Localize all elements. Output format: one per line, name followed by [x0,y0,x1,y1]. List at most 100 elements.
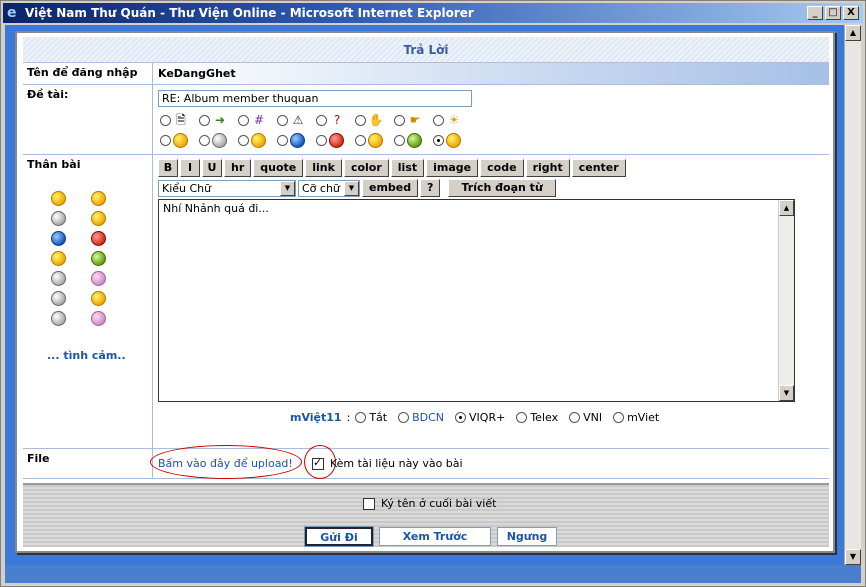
username-row: Tên để đăng nhập KeDangGhet [23,63,829,85]
maximize-button[interactable]: □ [825,6,841,20]
mode-bdcn-radio[interactable] [398,412,410,423]
post-icon-radio[interactable] [160,135,171,146]
post-icon-radio[interactable] [238,135,249,146]
post-icon-radio[interactable] [277,135,288,146]
submit-button[interactable]: Gửi Đi [304,526,374,547]
cancel-button[interactable]: Ngưng [497,527,557,546]
scroll-up-icon[interactable]: ▲ [845,25,861,41]
tongue-icon [368,133,383,148]
cool-icon [212,133,227,148]
body-textarea[interactable]: Nhí Nhảnh quá đi... ▲ ▼ [158,199,795,402]
post-icon-radio[interactable] [199,115,210,126]
thumbs-down-icon: ☛ [409,113,421,127]
preview-button[interactable]: Xem Trước [379,527,491,546]
reply-form: Trả Lời Tên để đăng nhập KeDangGhet Đề t… [15,31,835,553]
more-emoticons-link[interactable]: ... tình cảm.. [47,349,126,362]
hr-button[interactable]: hr [224,159,252,177]
quote-button[interactable]: quote [253,159,304,177]
angry-icon[interactable] [91,231,106,246]
post-icon-radio[interactable] [394,115,405,126]
tongue-icon[interactable] [51,251,66,266]
annotation-circle [150,445,302,479]
post-icon-radio[interactable] [199,135,210,146]
attach-label: Kèm tài liệu này vào bài [330,457,463,470]
post-icon-radio[interactable] [394,135,405,146]
scroll-up-icon[interactable]: ▲ [779,200,794,216]
mode-mviet-radio[interactable] [613,412,625,423]
question-icon: ? [333,113,341,127]
quote-selection-button[interactable]: Trích đoạn từ [448,179,557,197]
size-select[interactable]: Cỡ chữ ▼ [298,179,360,197]
format-toolbar: B I U hr quote link color list image cod… [158,159,626,177]
dizzy-icon[interactable] [51,271,66,286]
body-row: Thân bài ... tình cảm.. B I U hr quote l… [23,155,829,449]
image-button[interactable]: image [426,159,479,177]
page-scrollbar[interactable]: ▲ ▼ [844,25,861,565]
right-align-button[interactable]: right [525,159,570,177]
link-button[interactable]: link [305,159,342,177]
scroll-down-icon[interactable]: ▼ [845,549,861,565]
subject-label: Đề tài: [23,85,153,154]
post-icon-radio[interactable] [355,135,366,146]
font-select[interactable]: Kiểu Chữ ▼ [158,179,296,197]
mode-vni-radio[interactable] [569,412,581,423]
post-icon-radio[interactable] [316,135,327,146]
close-button[interactable]: X [843,6,859,20]
embed-button[interactable]: embed [362,179,419,197]
post-icon-radio[interactable] [238,115,249,126]
arrow-right-icon: ➜ [214,113,226,127]
smile-icon [173,133,188,148]
blue-face-icon[interactable] [51,231,66,246]
list-button[interactable]: list [390,159,425,177]
mode-off-radio[interactable] [355,412,367,423]
underline-button[interactable]: U [202,159,222,177]
textarea-scrollbar[interactable]: ▲ ▼ [778,200,794,401]
signature-checkbox[interactable] [363,497,375,510]
laugh-icon[interactable] [91,191,106,206]
color-button[interactable]: color [343,159,389,177]
thumbs-up-icon: ✋ [368,113,384,127]
surprised-icon[interactable] [91,291,106,306]
center-button[interactable]: center [571,159,626,177]
mviet-brand: mViệt11 [290,411,342,424]
format-toolbar-2: Kiểu Chữ ▼ Cỡ chữ ▼ embed ? Trích đoạn t… [158,179,557,197]
mode-viqr-radio[interactable] [455,412,467,423]
blue-face-icon [290,133,305,148]
page-viewport: ▲ ▼ Trả Lời Tên để đăng nhập KeDangGhet … [5,25,861,583]
post-icon-radio[interactable] [433,115,444,126]
help-button[interactable]: ? [420,179,441,197]
scroll-down-icon[interactable]: ▼ [779,385,794,401]
minimize-button[interactable]: _ [807,6,823,20]
post-icon-radio[interactable] [355,115,366,126]
subject-row: Đề tài: 🗎 ➜ # ⚠ ? ✋ ☛ ☀ [23,85,829,155]
post-icon-radio[interactable] [160,115,171,126]
title-bar: e Việt Nam Thư Quán - Thư Viện Online - … [3,3,863,23]
file-row: File Bấm vào đây để upload! Kèm tài liệu… [23,445,829,479]
emoticon-palette [49,191,129,326]
wink-icon[interactable] [91,211,106,226]
form-footer: Ký tên ở cuối bài viết Gửi Đi Xem Trước … [23,483,829,547]
smile-icon[interactable] [51,191,66,206]
subject-input[interactable] [158,90,472,107]
sick-icon[interactable] [91,251,106,266]
italic-button[interactable]: I [180,159,200,177]
nerd-icon[interactable] [51,311,66,326]
bold-button[interactable]: B [158,159,178,177]
post-icon-radio[interactable] [316,115,327,126]
form-header: Trả Lời [23,37,829,63]
love-icon[interactable] [91,271,106,286]
code-button[interactable]: code [480,159,524,177]
cool-icon[interactable] [51,211,66,226]
wink-icon [251,133,266,148]
pig-icon[interactable] [91,311,106,326]
shocked-icon[interactable] [51,291,66,306]
typing-mode-selector: mViệt11: Tắt BDCN VIQR+ Telex VNI mViet [290,411,660,424]
attach-checkbox[interactable] [312,456,324,470]
post-icon-radio-selected[interactable] [433,135,444,146]
chevron-down-icon: ▼ [344,180,359,196]
post-icon-radio[interactable] [277,115,288,126]
browser-window: e Việt Nam Thư Quán - Thư Viện Online - … [0,0,866,587]
warning-icon: ⚠ [292,113,304,127]
mode-telex-radio[interactable] [516,412,528,423]
signature-label: Ký tên ở cuối bài viết [381,497,497,510]
